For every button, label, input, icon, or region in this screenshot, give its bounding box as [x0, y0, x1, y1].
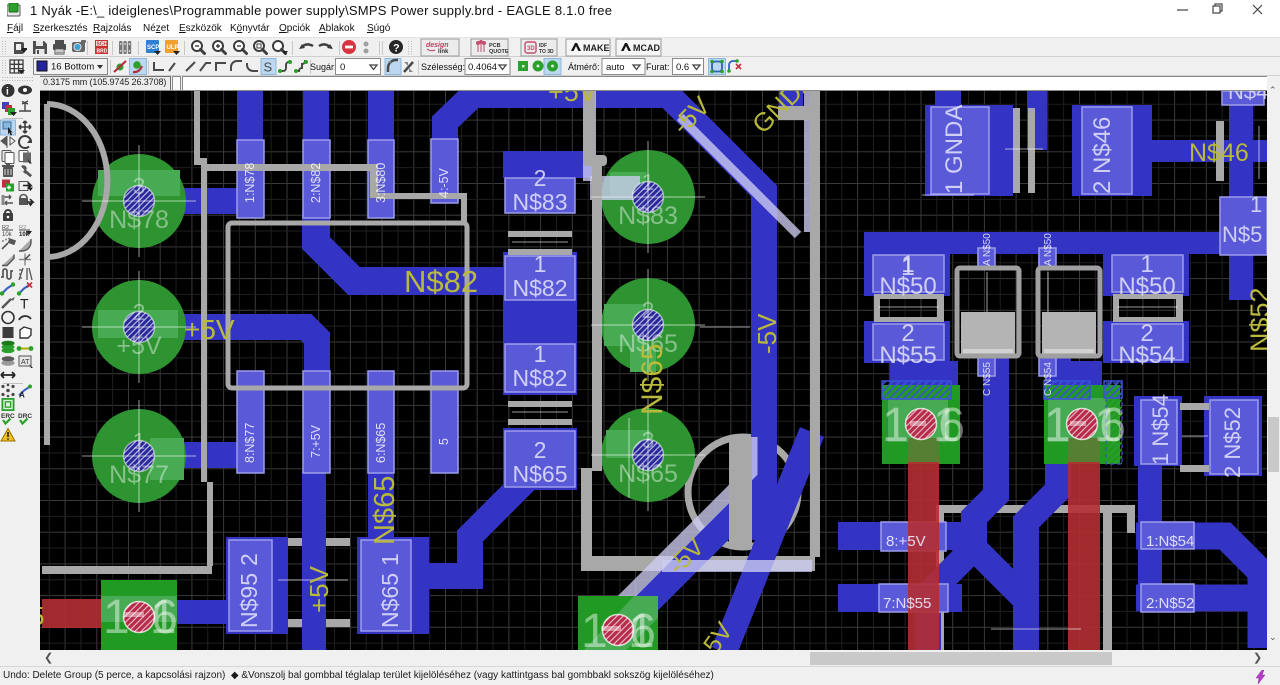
svg-text:1: 1: [882, 399, 909, 452]
svg-text:N$65: N$65: [636, 343, 669, 415]
svg-text:N$50: N$50: [879, 273, 936, 300]
svg-text:2: 2: [534, 165, 547, 191]
svg-text:S: S: [264, 60, 273, 75]
svg-text:1: 1: [534, 341, 547, 367]
svg-text:7:+5V: 7:+5V: [309, 424, 323, 458]
svg-text:0.6: 0.6: [676, 62, 689, 73]
svg-text:MAKE: MAKE: [583, 43, 610, 53]
svg-text:C N$55: C N$55: [982, 362, 993, 396]
svg-text:DRC: DRC: [18, 413, 32, 420]
svg-text:QUOTE: QUOTE: [489, 49, 509, 55]
svg-text:16: 16: [150, 591, 178, 644]
svg-text:1: 1: [642, 169, 655, 195]
svg-text:2 N$52: 2 N$52: [1220, 407, 1245, 478]
svg-text:N$82: N$82: [404, 264, 478, 299]
svg-text:5: 5: [437, 438, 451, 445]
svg-text:N$78: N$78: [109, 206, 169, 234]
svg-text:1: 1: [133, 428, 146, 454]
svg-text:8:N$77: 8:N$77: [243, 423, 257, 463]
svg-text:N$55: N$55: [879, 342, 936, 369]
svg-text:N$4: N$4: [1228, 91, 1267, 104]
svg-text:auto: auto: [606, 62, 625, 73]
svg-text:N$50: N$50: [1118, 273, 1175, 300]
svg-text:1: 1: [1044, 399, 1071, 452]
svg-text:Szélesség:: Szélesség:: [421, 62, 465, 72]
svg-text:2 N$46: 2 N$46: [1089, 117, 1116, 194]
svg-text:SCH: SCH: [97, 42, 108, 48]
svg-text:16: 16: [933, 399, 965, 452]
svg-text:N$82: N$82: [513, 365, 568, 391]
svg-text:3: 3: [133, 173, 146, 199]
svg-text:1 GNDA: 1 GNDA: [941, 105, 968, 194]
svg-text:1 N$54: 1 N$54: [1148, 394, 1173, 465]
svg-text:N$83: N$83: [618, 202, 678, 230]
svg-text:3:N$80: 3:N$80: [374, 163, 388, 203]
svg-text:4:-5V: 4:-5V: [437, 167, 451, 198]
svg-text:N$52: N$52: [1245, 287, 1267, 352]
svg-text:0.4064: 0.4064: [468, 62, 497, 73]
svg-text:Sugár:: Sugár:: [310, 62, 337, 72]
svg-text:+5V: +5V: [304, 565, 334, 613]
svg-text:A N$50: A N$50: [1043, 233, 1054, 266]
svg-text:N$95: N$95: [236, 573, 262, 628]
svg-text:0: 0: [340, 62, 345, 73]
svg-text:Furat:: Furat:: [646, 62, 670, 72]
svg-text:2:N$52: 2:N$52: [1146, 595, 1194, 612]
svg-text:10k: 10k: [2, 232, 13, 238]
svg-text:1: 1: [377, 553, 403, 566]
svg-text:1:N$78: 1:N$78: [243, 163, 257, 203]
svg-text:2: 2: [236, 553, 262, 566]
svg-text:3: 3: [642, 427, 655, 453]
svg-text:2: 2: [642, 297, 655, 323]
svg-text:N$83: N$83: [513, 189, 568, 215]
svg-text:TO 3D: TO 3D: [539, 49, 554, 55]
svg-text:C N$54: C N$54: [1043, 362, 1054, 396]
svg-text:design: design: [426, 42, 449, 49]
svg-text:link: link: [438, 49, 449, 55]
svg-text:N$65: N$65: [377, 573, 403, 628]
svg-text:A: A: [19, 391, 25, 400]
svg-text:N$5: N$5: [1222, 222, 1262, 247]
svg-text:1: 1: [103, 591, 130, 644]
svg-text:A N$50: A N$50: [982, 233, 993, 266]
svg-text:2:N$82: 2:N$82: [309, 163, 323, 203]
svg-text:+5V: +5V: [116, 332, 162, 360]
svg-text:3D: 3D: [527, 46, 535, 52]
svg-text:N$54: N$54: [1118, 342, 1175, 369]
svg-text:1:N$54: 1:N$54: [1146, 533, 1194, 550]
svg-text:N$65: N$65: [369, 476, 401, 545]
svg-text:Átmérő:: Átmérő:: [568, 62, 600, 72]
svg-text:N$77: N$77: [109, 461, 169, 489]
svg-text:MCAD: MCAD: [633, 43, 660, 53]
svg-text:5: 5: [40, 601, 44, 631]
svg-text:+5V: +5V: [184, 314, 235, 345]
svg-text:SCP: SCP: [147, 45, 159, 51]
svg-text:N$65: N$65: [618, 460, 678, 488]
svg-text:1: 1: [1250, 192, 1262, 217]
svg-text:+5V: +5V: [548, 91, 597, 107]
svg-text:i: i: [6, 87, 9, 98]
svg-text:-5V: -5V: [752, 313, 782, 354]
svg-text:AT: AT: [21, 359, 30, 366]
svg-text:6:N$65: 6:N$65: [374, 423, 388, 463]
svg-text:N$82: N$82: [513, 275, 568, 301]
svg-text:8:+5V: 8:+5V: [886, 533, 926, 550]
svg-text:16 Bottom: 16 Bottom: [51, 62, 94, 73]
svg-text:ERC: ERC: [1, 413, 15, 420]
svg-text:?: ?: [393, 43, 400, 55]
svg-text:N$46: N$46: [1189, 139, 1249, 167]
svg-text:T: T: [20, 296, 29, 312]
svg-text:16: 16: [1094, 399, 1126, 452]
svg-text:ULP: ULP: [167, 45, 179, 51]
svg-text:2: 2: [133, 299, 146, 325]
svg-text:16: 16: [628, 605, 656, 650]
svg-text:BRD: BRD: [97, 49, 108, 55]
svg-text:N$65: N$65: [513, 461, 568, 487]
svg-text:2: 2: [534, 437, 547, 463]
svg-text:1: 1: [534, 251, 547, 277]
svg-text:7:N$55: 7:N$55: [883, 595, 931, 612]
